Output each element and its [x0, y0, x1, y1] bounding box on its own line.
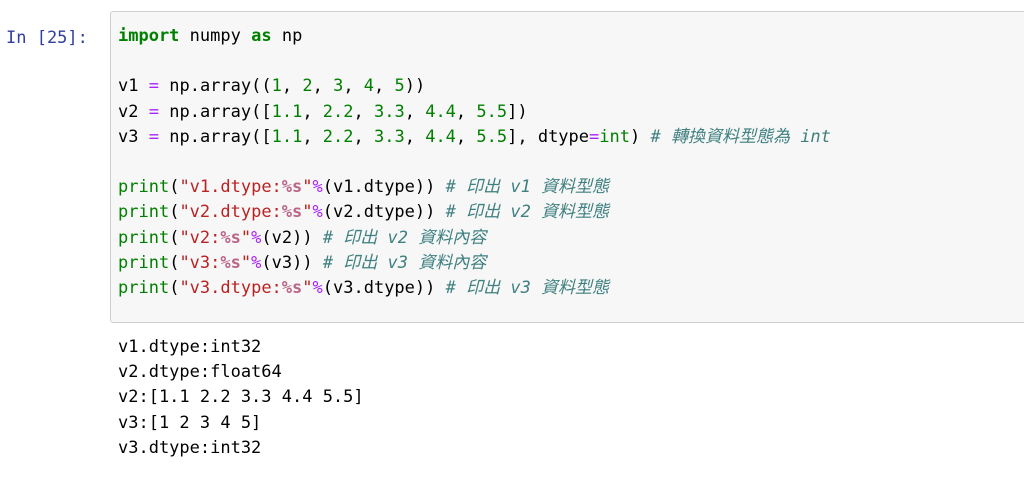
- code-line-print: print("v3.dtype:%s"%(v3.dtype)) # 印出 v3 …: [118, 277, 610, 298]
- code-comment: # 轉換資料型態為 int: [650, 126, 831, 147]
- code-line-v2: v2 = np.array([1.1, 2.2, 3.3, 4.4, 5.5]): [118, 101, 528, 122]
- output-line: v2:[1.1 2.2 3.3 4.4 5.5]: [118, 387, 364, 408]
- output-line: v1.dtype:int32: [118, 337, 262, 357]
- cell-output: v1.dtype:int32 v2.dtype:float64 v2:[1.1 2.…: [118, 335, 364, 461]
- output-line: v3:[1 2 3 4 5]: [118, 412, 262, 433]
- code-line-print: print("v1.dtype:%s"%(v1.dtype)) # 印出 v1 …: [118, 177, 610, 198]
- output-line: v2.dtype:float64: [118, 362, 282, 383]
- code-comment: # 印出 v2 資料型態: [445, 202, 610, 223]
- code-comment: # 印出 v3 資料內容: [322, 252, 487, 273]
- code-comment: # 印出 v2 資料內容: [322, 227, 487, 248]
- code-line-print: print("v3:%s"%(v3)) # 印出 v3 資料內容: [118, 252, 487, 273]
- code-line-print: print("v2.dtype:%s"%(v2.dtype)) # 印出 v2 …: [118, 202, 610, 223]
- code-comment: # 印出 v1 資料型態: [445, 177, 610, 198]
- output-line: v3.dtype:int32: [118, 437, 262, 458]
- code-line-print: print("v2:%s"%(v2)) # 印出 v2 資料內容: [118, 227, 487, 248]
- code-editor[interactable]: import numpy as np v1 = np.array((1, 2, …: [118, 24, 831, 301]
- input-prompt: In [25]:: [6, 28, 88, 48]
- code-comment: # 印出 v3 資料型態: [445, 277, 610, 298]
- code-line-v3: v3 = np.array([1.1, 2.2, 3.3, 4.4, 5.5],…: [118, 126, 831, 147]
- code-line-import: import numpy as np: [118, 26, 303, 46]
- code-line-v1: v1 = np.array((1, 2, 3, 4, 5)): [118, 76, 426, 97]
